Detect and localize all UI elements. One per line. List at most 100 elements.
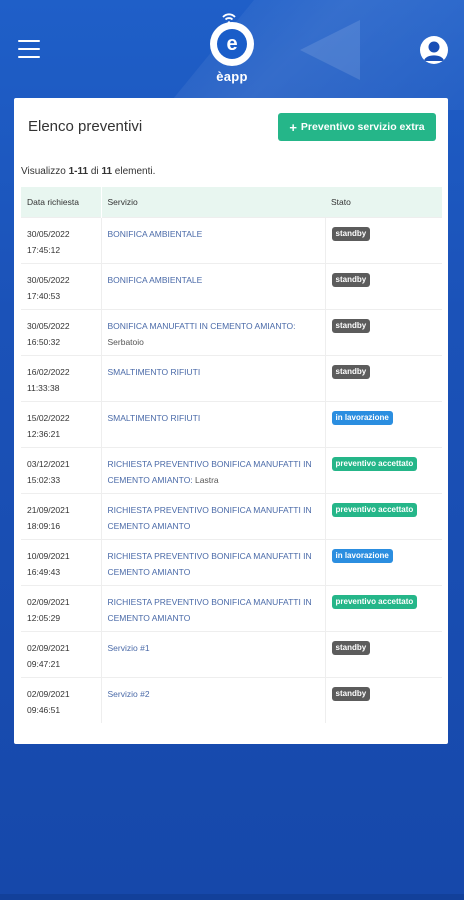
request-time: 12:36:21 xyxy=(27,428,61,439)
status-cell: in lavorazione xyxy=(325,538,442,585)
table-row[interactable]: 02/09/2021 12:05:29 RICHIESTA PREVENTIVO B… xyxy=(21,584,442,631)
plus-icon: + xyxy=(289,119,297,135)
status-badge: preventivo accettato xyxy=(331,594,418,609)
table-row[interactable]: 02/09/2021 09:47:21 Servizio #1 standby xyxy=(21,630,442,677)
service-name[interactable]: Servizio #2 xyxy=(108,689,150,699)
table-row[interactable]: 02/09/2021 09:46:51 Servizio #2 standby xyxy=(21,676,442,723)
wifi-icon xyxy=(222,13,236,24)
request-date-cell: 30/05/2022 17:45:12 xyxy=(21,216,102,263)
request-date-cell: 10/09/2021 16:49:43 xyxy=(21,538,102,585)
app-header: e èapp xyxy=(0,0,464,98)
status-cell: standby xyxy=(325,262,442,309)
column-header-service[interactable]: Servizio xyxy=(101,187,325,217)
service-name[interactable]: RICHIESTA PREVENTIVO BONIFICA MANUFATTI … xyxy=(108,505,312,531)
service-name[interactable]: BONIFICA MANUFATTI IN CEMENTO AMIANTO: xyxy=(108,321,296,331)
request-date: 02/09/2021 xyxy=(27,642,70,653)
status-badge: standby xyxy=(331,364,371,379)
service-cell: Servizio #1 xyxy=(101,630,326,677)
add-extra-service-quote-button[interactable]: + Preventivo servizio extra xyxy=(278,113,436,141)
request-time: 09:47:21 xyxy=(27,658,61,669)
service-detail: Serbatoio xyxy=(107,336,144,347)
service-cell: RICHIESTA PREVENTIVO BONIFICA MANUFATTI … xyxy=(101,492,326,539)
status-badge: in lavorazione xyxy=(331,548,393,563)
request-date: 03/12/2021 xyxy=(27,458,70,469)
status-badge: standby xyxy=(331,318,371,333)
service-cell: BONIFICA AMBIENTALE xyxy=(101,262,326,309)
table-row[interactable]: 30/05/2022 16:50:32 BONIFICA MANUFATTI IN … xyxy=(21,308,442,355)
request-time: 18:09:16 xyxy=(27,520,61,531)
service-cell: BONIFICA MANUFATTI IN CEMENTO AMIANTO: S… xyxy=(101,308,326,355)
request-date-cell: 02/09/2021 09:47:21 xyxy=(21,630,102,677)
page-title: Elenco preventivi xyxy=(28,118,143,135)
table-row[interactable]: 21/09/2021 18:09:16 RICHIESTA PREVENTIVO B… xyxy=(21,492,442,539)
request-date: 21/09/2021 xyxy=(27,504,70,515)
status-cell: standby xyxy=(325,216,442,263)
request-date-cell: 21/09/2021 18:09:16 xyxy=(21,492,102,539)
service-name[interactable]: SMALTIMENTO RIFIUTI xyxy=(108,367,201,377)
status-cell: in lavorazione xyxy=(325,400,442,447)
service-cell: RICHIESTA PREVENTIVO BONIFICA MANUFATTI … xyxy=(101,538,326,585)
status-badge: in lavorazione xyxy=(331,410,393,425)
service-cell: BONIFICA AMBIENTALE xyxy=(101,216,326,263)
request-date: 30/05/2022 xyxy=(27,274,70,285)
status-cell: standby xyxy=(325,354,442,401)
request-time: 17:40:53 xyxy=(27,290,61,301)
request-date: 10/09/2021 xyxy=(27,550,70,561)
service-cell: SMALTIMENTO RIFIUTI xyxy=(101,354,326,401)
column-header-status[interactable]: Stato xyxy=(325,187,442,217)
status-badge: standby xyxy=(331,226,371,241)
footer-strip xyxy=(0,894,464,900)
request-date-cell: 03/12/2021 15:02:33 xyxy=(21,446,102,493)
request-date: 30/05/2022 xyxy=(27,320,70,331)
table-row[interactable]: 15/02/2022 12:36:21 SMALTIMENTO RIFIUTI in … xyxy=(21,400,442,447)
request-time: 09:46:51 xyxy=(27,704,61,715)
request-time: 16:49:43 xyxy=(27,566,61,577)
status-cell: standby xyxy=(325,630,442,677)
service-name[interactable]: BONIFICA AMBIENTALE xyxy=(108,229,203,239)
request-date: 02/09/2021 xyxy=(27,596,70,607)
status-cell: preventivo accettato xyxy=(325,446,442,493)
column-header-date[interactable]: Data richiesta xyxy=(21,187,102,217)
service-cell: SMALTIMENTO RIFIUTI xyxy=(101,400,326,447)
service-name[interactable]: RICHIESTA PREVENTIVO BONIFICA MANUFATTI … xyxy=(108,597,312,623)
status-badge: preventivo accettato xyxy=(331,502,418,517)
service-cell: RICHIESTA PREVENTIVO BONIFICA MANUFATTI … xyxy=(101,584,326,631)
request-date-cell: 30/05/2022 16:50:32 xyxy=(21,308,102,355)
service-name[interactable]: RICHIESTA PREVENTIVO BONIFICA MANUFATTI … xyxy=(108,551,312,577)
add-button-label: Preventivo servizio extra xyxy=(300,121,425,133)
status-cell: standby xyxy=(325,676,442,723)
request-date: 30/05/2022 xyxy=(27,228,70,239)
logo-circle: e xyxy=(210,13,254,66)
request-time: 11:33:38 xyxy=(27,382,60,393)
status-badge: preventivo accettato xyxy=(331,456,418,471)
user-icon[interactable] xyxy=(420,36,448,64)
hamburger-menu-icon[interactable] xyxy=(18,40,40,58)
quotes-table: Data richiesta Servizio Stato 30/05/2022… xyxy=(21,187,442,723)
table-row[interactable]: 03/12/2021 15:02:33 RICHIESTA PREVENTIVO B… xyxy=(21,446,442,493)
service-name[interactable]: Servizio #1 xyxy=(108,643,150,653)
status-cell: standby xyxy=(325,308,442,355)
table-row[interactable]: 10/09/2021 16:49:43 RICHIESTA PREVENTIVO B… xyxy=(21,538,442,585)
service-cell: RICHIESTA PREVENTIVO BONIFICA MANUFATTI … xyxy=(101,446,326,493)
logo-text: èapp xyxy=(216,69,248,84)
request-time: 16:50:32 xyxy=(27,336,61,347)
request-date-cell: 16/02/2022 11:33:38 xyxy=(21,354,102,401)
request-time: 12:05:29 xyxy=(27,612,61,623)
service-name[interactable]: BONIFICA AMBIENTALE xyxy=(108,275,203,285)
request-date-cell: 02/09/2021 12:05:29 xyxy=(21,584,102,631)
table-row[interactable]: 30/05/2022 17:40:53 BONIFICA AMBIENTALE sta… xyxy=(21,262,442,309)
request-date: 15/02/2022 xyxy=(27,412,70,423)
request-date-cell: 30/05/2022 17:40:53 xyxy=(21,262,102,309)
request-date: 02/09/2021 xyxy=(27,688,70,699)
quotes-card: Elenco preventivi + Preventivo servizio … xyxy=(14,98,448,744)
status-badge: standby xyxy=(331,272,371,287)
service-name[interactable]: SMALTIMENTO RIFIUTI xyxy=(108,413,201,423)
app-logo[interactable]: e èapp xyxy=(208,13,256,84)
status-cell: preventivo accettato xyxy=(325,492,442,539)
table-row[interactable]: 16/02/2022 11:33:38 SMALTIMENTO RIFIUTI sta… xyxy=(21,354,442,401)
status-badge: standby xyxy=(331,640,371,655)
table-row[interactable]: 30/05/2022 17:45:12 BONIFICA AMBIENTALE sta… xyxy=(21,216,442,263)
request-date-cell: 02/09/2021 09:46:51 xyxy=(21,676,102,723)
service-cell: Servizio #2 xyxy=(101,676,326,723)
table-header-row: Data richiesta Servizio Stato xyxy=(21,187,442,217)
